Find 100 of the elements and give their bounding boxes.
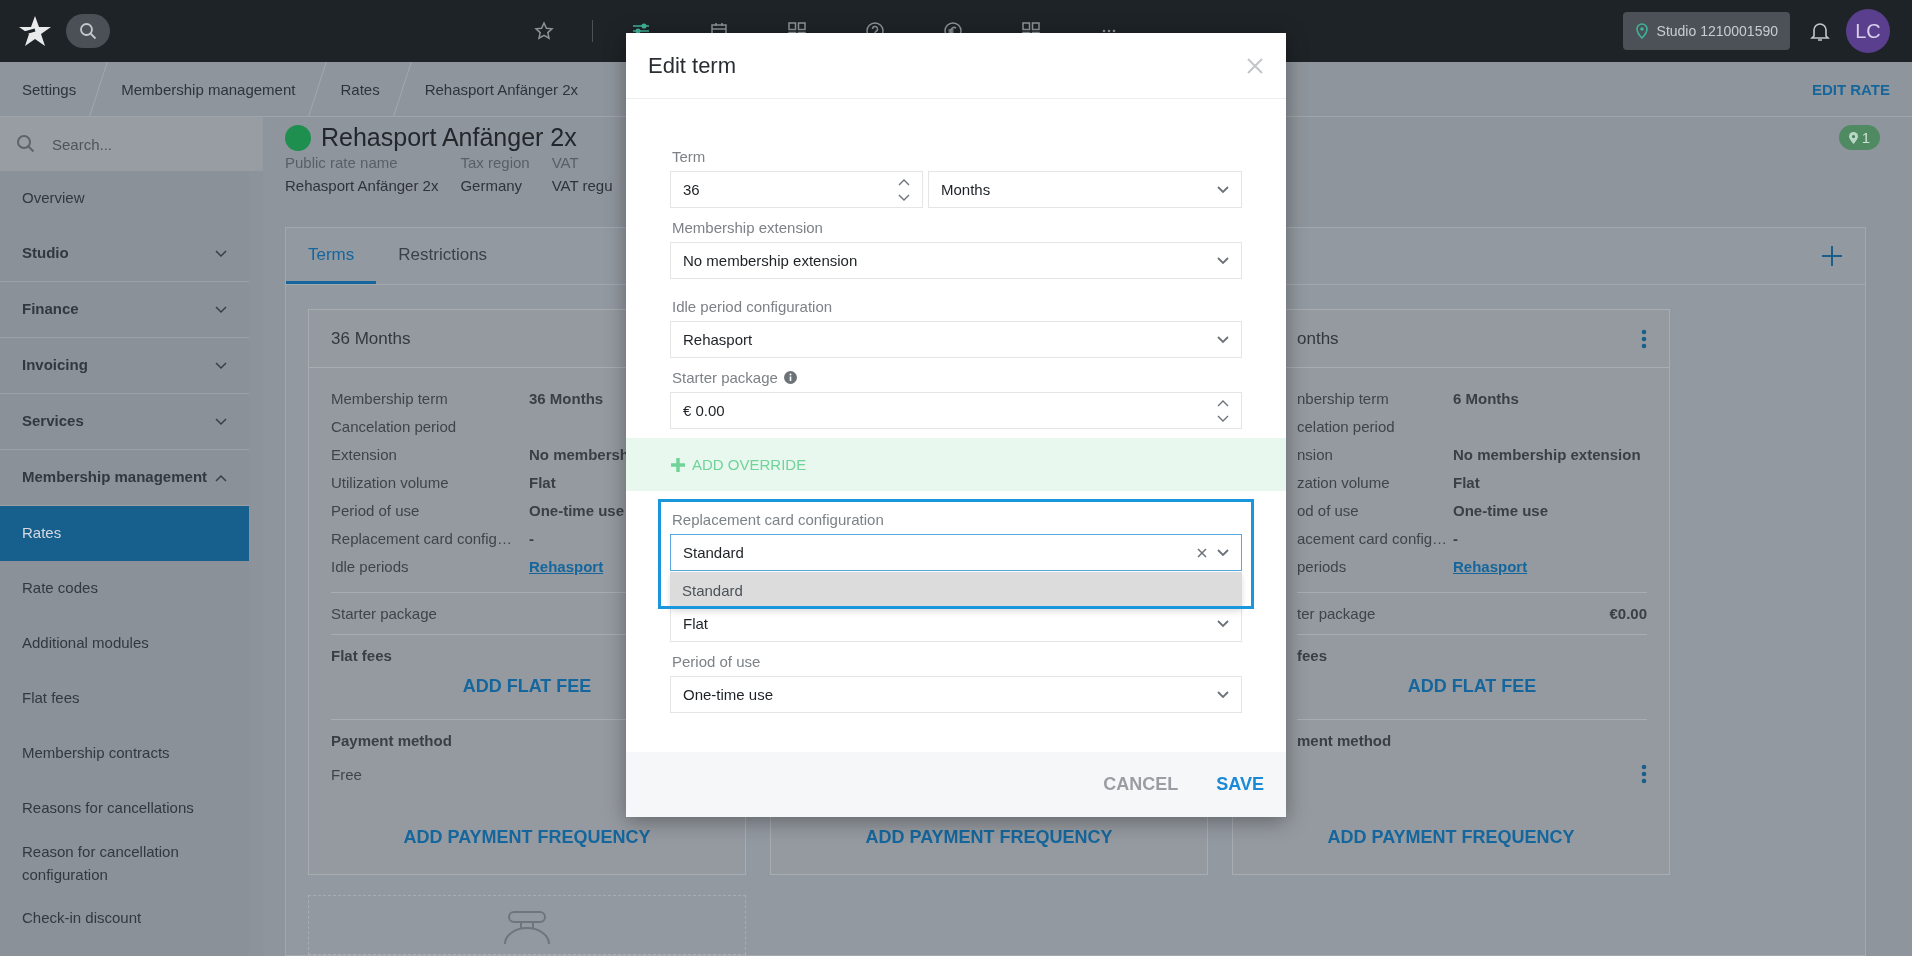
sidebar-item[interactable]: Services	[0, 394, 249, 450]
edit-rate-button[interactable]: EDIT RATE	[1811, 80, 1890, 98]
sidebar-item[interactable]: Finance	[0, 282, 249, 338]
add-payment-frequency-button[interactable]: ADD PAYMENT FREQUENCY	[403, 827, 651, 848]
detail-label: Replacement card config…	[331, 529, 513, 547]
payment-value: Free	[331, 765, 363, 783]
search-icon	[79, 22, 97, 40]
section-title: ment method	[1297, 732, 1392, 749]
detail-label: periods	[1297, 557, 1348, 575]
detail-label: Idle periods	[331, 557, 410, 575]
idle-period-link[interactable]: Rehasport	[529, 557, 604, 575]
detail-value: One-time use	[1453, 501, 1549, 519]
detail-value: No membersh	[529, 445, 630, 463]
select-field[interactable]: Months	[928, 171, 1242, 208]
sidebar-item[interactable]: Overview	[0, 171, 249, 226]
select-field[interactable]: One-time use	[670, 676, 1242, 713]
dialog-title: Edit term	[648, 52, 738, 79]
chevron-icon	[215, 249, 227, 258]
field-label: Starter package	[670, 366, 1242, 388]
tab[interactable]: Terms	[286, 228, 377, 284]
clear-icon[interactable]	[1197, 547, 1207, 558]
meta-value: Rehasport Anfänger 2x	[285, 177, 439, 194]
breadcrumb-link[interactable]: Membership management	[121, 80, 296, 98]
detail-value: -	[1453, 529, 1458, 547]
detail-label: Extension	[331, 445, 398, 463]
detail-value: €0.00	[1609, 605, 1647, 622]
detail-value: -	[529, 529, 534, 547]
sidebar-item[interactable]: Invoicing	[0, 338, 249, 394]
add-flat-fee-button[interactable]: ADD FLAT FEE	[1407, 676, 1537, 697]
number-field[interactable]: € 0.00	[670, 392, 1242, 429]
detail-label: Membership term	[331, 389, 449, 407]
detail-label: zation volume	[1297, 473, 1391, 491]
field-label: Idle period configuration	[671, 296, 834, 317]
chevron-icon	[215, 361, 227, 370]
save-button[interactable]: SAVE	[1216, 774, 1264, 795]
sidebar-item[interactable]: Studio	[0, 226, 249, 282]
tab[interactable]: Restrictions	[376, 228, 510, 284]
section-title: Payment method	[331, 732, 452, 749]
rate-title: Rehasport Anfänger 2x	[321, 123, 577, 152]
star-icon[interactable]	[533, 21, 554, 41]
add-payment-frequency-button[interactable]: ADD PAYMENT FREQUENCY	[1327, 827, 1575, 848]
location-pin-icon	[1634, 23, 1649, 39]
sidebar-item[interactable]: Reasons for cancellations	[0, 781, 249, 836]
chevron-icon	[1217, 256, 1229, 265]
card-title: onths	[1297, 328, 1339, 349]
idle-period-link[interactable]: Rehasport	[1453, 557, 1528, 575]
status-dot	[285, 124, 311, 151]
card-title: 36 Months	[331, 328, 411, 349]
sidebar-item[interactable]: Rate codes	[0, 561, 249, 616]
add-flat-fee-button[interactable]: ADD FLAT FEE	[462, 676, 592, 697]
detail-value: One-time use	[529, 501, 625, 519]
detail-label: ter package	[1297, 605, 1377, 622]
cancel-button[interactable]: CANCEL	[1103, 774, 1179, 795]
field-label: Membership extension	[671, 217, 824, 238]
meta-value: VAT regu	[551, 177, 613, 194]
sidebar-item[interactable]: Additional modules	[0, 616, 249, 671]
detail-label: Cancelation period	[331, 417, 458, 435]
search-icon	[16, 134, 36, 154]
section-title: Flat fees	[331, 647, 392, 664]
breadcrumb-link[interactable]: Settings	[22, 80, 77, 98]
studio-button[interactable]: Studio 1210001590	[1622, 12, 1790, 50]
sidebar-item[interactable]: Reason for cancellation configuration	[0, 836, 249, 891]
meta-value: Germany	[460, 177, 524, 194]
field-label: Term	[671, 146, 707, 167]
search-button[interactable]	[66, 14, 110, 48]
chevron-icon	[215, 417, 227, 426]
chevron-icon	[215, 473, 227, 482]
field-label: Period of use	[671, 651, 762, 672]
breadcrumb-link[interactable]: Rehasport Anfänger 2x	[424, 80, 579, 98]
select-field[interactable]: No membership extension	[670, 242, 1242, 279]
sidebar-item[interactable]: Membership contracts	[0, 726, 249, 781]
detail-label: nsion	[1297, 445, 1334, 463]
breadcrumb-link[interactable]: Rates	[340, 80, 380, 98]
chevron-icon	[215, 305, 227, 314]
add-payment-frequency-button[interactable]: ADD PAYMENT FREQUENCY	[865, 827, 1113, 848]
user-avatar[interactable]: LC	[1846, 9, 1890, 53]
sidebar-item[interactable]: Check-in discount	[0, 891, 249, 946]
detail-label: celation period	[1297, 417, 1396, 435]
spinner-icon[interactable]	[1217, 398, 1229, 423]
detail-label: Utilization volume	[331, 473, 450, 491]
detail-label: od of use	[1297, 501, 1360, 519]
sidebar-item[interactable]: Rates	[0, 506, 249, 561]
plus-icon	[670, 456, 686, 473]
detail-label: Period of use	[331, 501, 421, 519]
chevron-icon	[1217, 185, 1229, 194]
sidebar-item[interactable]: Flat fees	[0, 671, 249, 726]
detail-label: Starter package	[331, 605, 438, 622]
select-field[interactable]: Standard	[670, 534, 1242, 571]
chevron-icon	[1217, 335, 1229, 344]
detail-value: 6 Months	[1453, 389, 1519, 407]
detail-value: Flat	[529, 473, 556, 491]
chevron-icon	[1217, 619, 1229, 628]
detail-value: No membership extension	[1453, 445, 1641, 463]
select-field[interactable]: Rehasport	[670, 321, 1242, 358]
detail-label: nbership term	[1297, 389, 1390, 407]
chevron-icon	[1217, 690, 1229, 699]
star-logo-icon[interactable]	[18, 14, 52, 48]
spinner-icon[interactable]	[898, 177, 910, 202]
number-field[interactable]: 36	[670, 171, 923, 208]
detail-value: Flat	[1453, 473, 1480, 491]
